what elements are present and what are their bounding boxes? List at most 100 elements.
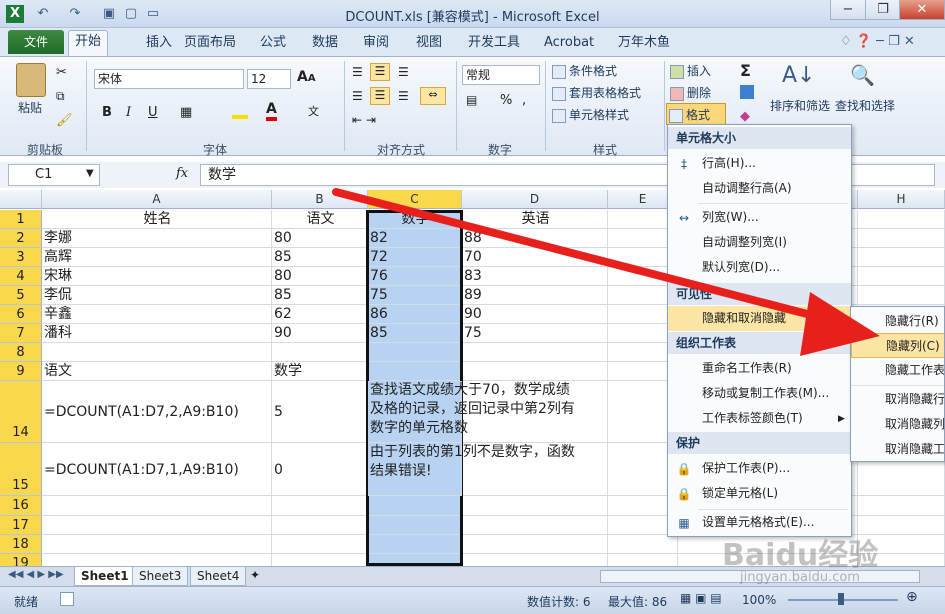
cell-d-row[interactable]: 英语 bbox=[462, 210, 608, 229]
row-header[interactable]: 6 bbox=[0, 305, 42, 324]
cell-c-row[interactable]: 75 bbox=[368, 286, 462, 305]
zoom-in-icon[interactable]: ⊕ bbox=[906, 589, 918, 605]
menu-item-autofit-column[interactable]: 自动调整列宽(I) bbox=[668, 230, 851, 255]
macro-record-icon[interactable] bbox=[60, 592, 74, 606]
zoom-level[interactable]: 100% bbox=[742, 593, 776, 607]
cell-d-row[interactable] bbox=[462, 496, 608, 516]
tab-review[interactable]: 审阅 bbox=[357, 32, 395, 56]
cell-c-row[interactable] bbox=[368, 554, 462, 566]
indent-icon[interactable]: ⇤ ⇥ bbox=[352, 113, 376, 127]
submenu-hide-sheet[interactable]: 隐藏工作表 bbox=[851, 358, 944, 383]
cell-b-row[interactable]: 85 bbox=[272, 248, 368, 267]
sort-filter-button[interactable]: 排序和筛选 bbox=[770, 97, 830, 114]
align-right-icon[interactable]: ☰ bbox=[398, 89, 409, 103]
tab-data[interactable]: 数据 bbox=[306, 32, 344, 56]
cell-c-row[interactable]: 82 bbox=[368, 229, 462, 248]
font-color-icon[interactable]: A bbox=[266, 101, 277, 121]
underline-icon[interactable]: U bbox=[148, 105, 158, 120]
cell-d-row[interactable] bbox=[462, 343, 608, 362]
menu-item-autofit-row[interactable]: 自动调整行高(A) bbox=[668, 176, 851, 201]
cell-c-row[interactable]: 数学 bbox=[368, 210, 462, 229]
cell-b-row[interactable]: 5 bbox=[272, 381, 368, 443]
cell-d-row[interactable] bbox=[462, 516, 608, 535]
row-header[interactable]: 8 bbox=[0, 343, 42, 362]
delete-cells-button[interactable]: 删除 bbox=[670, 84, 711, 101]
cell-b-row[interactable]: 数学 bbox=[272, 362, 368, 381]
cell-e-row[interactable] bbox=[608, 554, 678, 566]
clear-icon[interactable]: ◆ bbox=[740, 109, 750, 124]
menu-item-lock-cell[interactable]: 🔒 锁定单元格(L) bbox=[668, 481, 851, 506]
tab-developer[interactable]: 开发工具 bbox=[462, 32, 526, 56]
ribbon-controls-icon[interactable]: ♢ ❓ ─ ❐ ✕ bbox=[840, 34, 915, 49]
select-all-corner[interactable] bbox=[0, 190, 42, 209]
cell-c-row[interactable] bbox=[368, 362, 462, 381]
cell-c-row[interactable] bbox=[368, 516, 462, 535]
cell-d-row[interactable]: 70 bbox=[462, 248, 608, 267]
row-header[interactable]: 7 bbox=[0, 324, 42, 343]
column-header-h[interactable]: H bbox=[858, 190, 945, 209]
align-middle-icon[interactable]: ☰ bbox=[370, 63, 390, 81]
sort-filter-icon[interactable]: A↓ bbox=[782, 63, 815, 88]
cell-c-row[interactable]: 86 bbox=[368, 305, 462, 324]
minimize-icon[interactable]: − bbox=[830, 0, 866, 20]
menu-item-column-width[interactable]: ↔ 列宽(W)... bbox=[668, 205, 851, 230]
menu-item-rename[interactable]: 重命名工作表(R) bbox=[668, 356, 851, 381]
submenu-unhide-rows[interactable]: 取消隐藏行 bbox=[851, 387, 944, 412]
cell-b-row[interactable]: 0 bbox=[272, 443, 368, 496]
insert-sheet-icon[interactable]: ✦ bbox=[250, 568, 260, 582]
column-header-d[interactable]: D bbox=[462, 190, 608, 209]
row-header[interactable]: 15 bbox=[0, 443, 42, 496]
align-buttons[interactable]: ☰ ☰ ☰ ☰ ☰ ☰ ⇔ ⇤ ⇥ bbox=[350, 63, 454, 133]
cell-b-row[interactable] bbox=[272, 554, 368, 566]
row-header[interactable]: 16 bbox=[0, 496, 42, 516]
binoculars-icon[interactable]: 🔍 bbox=[850, 63, 875, 87]
cell-h-row[interactable] bbox=[858, 229, 945, 248]
row-header[interactable]: 1 bbox=[0, 210, 42, 229]
phonetic-icon[interactable]: 文 bbox=[308, 103, 319, 119]
submenu-unhide-columns[interactable]: 取消隐藏列 bbox=[851, 412, 944, 437]
cell-a-row[interactable] bbox=[42, 535, 272, 554]
cell-b-row[interactable]: 80 bbox=[272, 229, 368, 248]
row-header[interactable]: 4 bbox=[0, 267, 42, 286]
cell-d-row[interactable] bbox=[462, 535, 608, 554]
merge-center-icon[interactable]: ⇔ bbox=[420, 87, 446, 105]
cell-a-row[interactable] bbox=[42, 343, 272, 362]
cell-a-row[interactable]: 语文 bbox=[42, 362, 272, 381]
cell-b-row[interactable]: 62 bbox=[272, 305, 368, 324]
cell-c-row[interactable]: 72 bbox=[368, 248, 462, 267]
cell-e-row[interactable] bbox=[608, 535, 678, 554]
cell-d-row[interactable]: 75 bbox=[462, 324, 608, 343]
sheet-nav-icon[interactable]: ◀◀ ◀ ▶ ▶▶ bbox=[8, 569, 64, 580]
cell-d-row[interactable] bbox=[462, 362, 608, 381]
cell-a-row[interactable]: 李侃 bbox=[42, 286, 272, 305]
cell-d-row[interactable]: 89 bbox=[462, 286, 608, 305]
find-select-button[interactable]: 查找和选择 bbox=[835, 97, 895, 114]
align-center-icon[interactable]: ☰ bbox=[370, 87, 390, 105]
tab-acrobat[interactable]: Acrobat bbox=[538, 32, 600, 56]
cell-d-row[interactable]: 83 bbox=[462, 267, 608, 286]
cell-h-row[interactable] bbox=[858, 210, 945, 229]
borders-icon[interactable]: ▦ bbox=[180, 105, 192, 120]
table-format-button[interactable]: 套用表格格式 bbox=[552, 84, 641, 101]
cell-a-row[interactable]: =DCOUNT(A1:D7,2,A9:B10) bbox=[42, 381, 272, 443]
cell-c-row[interactable] bbox=[368, 343, 462, 362]
cell-b-row[interactable] bbox=[272, 535, 368, 554]
cell-d-row[interactable]: 90 bbox=[462, 305, 608, 324]
cell-b-row[interactable]: 语文 bbox=[272, 210, 368, 229]
row-header[interactable]: 2 bbox=[0, 229, 42, 248]
cell-d-row[interactable] bbox=[462, 554, 608, 566]
cell-c-row[interactable] bbox=[368, 535, 462, 554]
cell-c-row[interactable]: 76 bbox=[368, 267, 462, 286]
row-header[interactable]: 3 bbox=[0, 248, 42, 267]
menu-item-hide-unhide[interactable]: 隐藏和取消隐藏 bbox=[668, 306, 851, 331]
cell-a-row[interactable]: 高辉 bbox=[42, 248, 272, 267]
cell-a-row[interactable] bbox=[42, 516, 272, 535]
align-left-icon[interactable]: ☰ bbox=[352, 89, 363, 103]
menu-item-default-width[interactable]: 默认列宽(D)... bbox=[668, 255, 851, 280]
format-cells-button[interactable]: 格式 bbox=[666, 103, 726, 125]
column-header-c[interactable]: C bbox=[368, 190, 462, 209]
cell-b-row[interactable] bbox=[272, 343, 368, 362]
copy-icon[interactable]: ⧉ bbox=[56, 89, 65, 104]
cut-icon[interactable]: ✂ bbox=[56, 65, 67, 80]
number-format-select[interactable]: 常规 bbox=[462, 65, 540, 85]
